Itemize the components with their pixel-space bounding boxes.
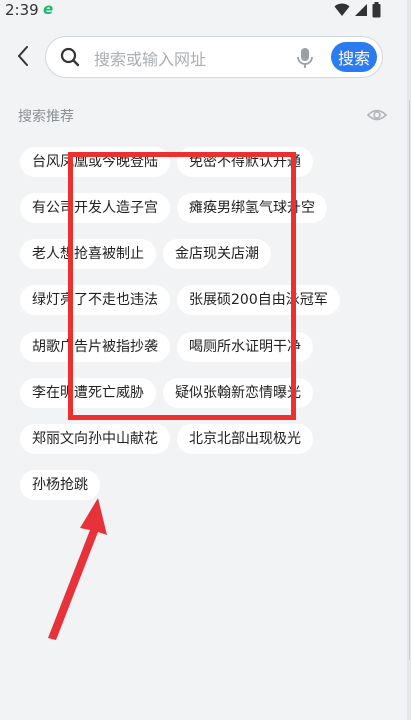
suggestion-chip[interactable]: 孙杨抢跳 [20, 470, 100, 500]
chevron-left-icon [18, 46, 28, 66]
section-title: 搜索推荐 [18, 109, 74, 125]
search-bar: 搜索 [45, 36, 383, 78]
suggestion-chip[interactable]: 张展硕200自由泳冠军 [177, 285, 340, 315]
microphone-icon[interactable] [296, 47, 314, 69]
suggestion-chip[interactable]: 北京北部出现极光 [177, 424, 313, 454]
eye-icon[interactable] [367, 107, 387, 123]
status-icons [334, 2, 381, 18]
suggestion-chip[interactable]: 疑似张翰新恋情曝光 [163, 378, 313, 408]
suggestion-chip[interactable]: 台风凤凰或今晚登陆 [20, 147, 170, 177]
suggestion-chip[interactable]: 郑丽文向孙中山献花 [20, 424, 170, 454]
suggestion-chip[interactable]: 瘫痪男绑氢气球升空 [177, 193, 327, 223]
suggestion-chip[interactable]: 免密不得默认开通 [177, 147, 313, 177]
suggestion-chip[interactable]: 老人想抢喜被制止 [20, 239, 156, 269]
suggestion-chip[interactable]: 胡歌广告片被指抄袭 [20, 332, 170, 362]
status-time: 2:39 [5, 1, 39, 19]
search-input[interactable] [92, 45, 286, 73]
search-icon [60, 47, 80, 67]
annotation-arrow [48, 498, 107, 640]
suggestion-chip[interactable]: 喝厕所水证明干净 [177, 332, 313, 362]
battery-icon [372, 2, 381, 18]
wifi-icon [334, 3, 350, 16]
app-notification-icon: e [43, 0, 54, 18]
search-button[interactable]: 搜索 [331, 42, 377, 72]
signal-icon [355, 4, 367, 16]
suggestion-chip[interactable]: 绿灯亮了不走也违法 [20, 285, 170, 315]
suggestion-chip[interactable]: 金店现关店潮 [163, 239, 271, 269]
back-button[interactable] [12, 43, 34, 69]
suggestion-chip[interactable]: 有公司开发人造子宫 [20, 193, 170, 223]
status-bar: 2:39 e [0, 0, 411, 22]
edge-divider [409, 100, 410, 660]
suggestion-chip[interactable]: 李在明遭死亡威胁 [20, 378, 156, 408]
